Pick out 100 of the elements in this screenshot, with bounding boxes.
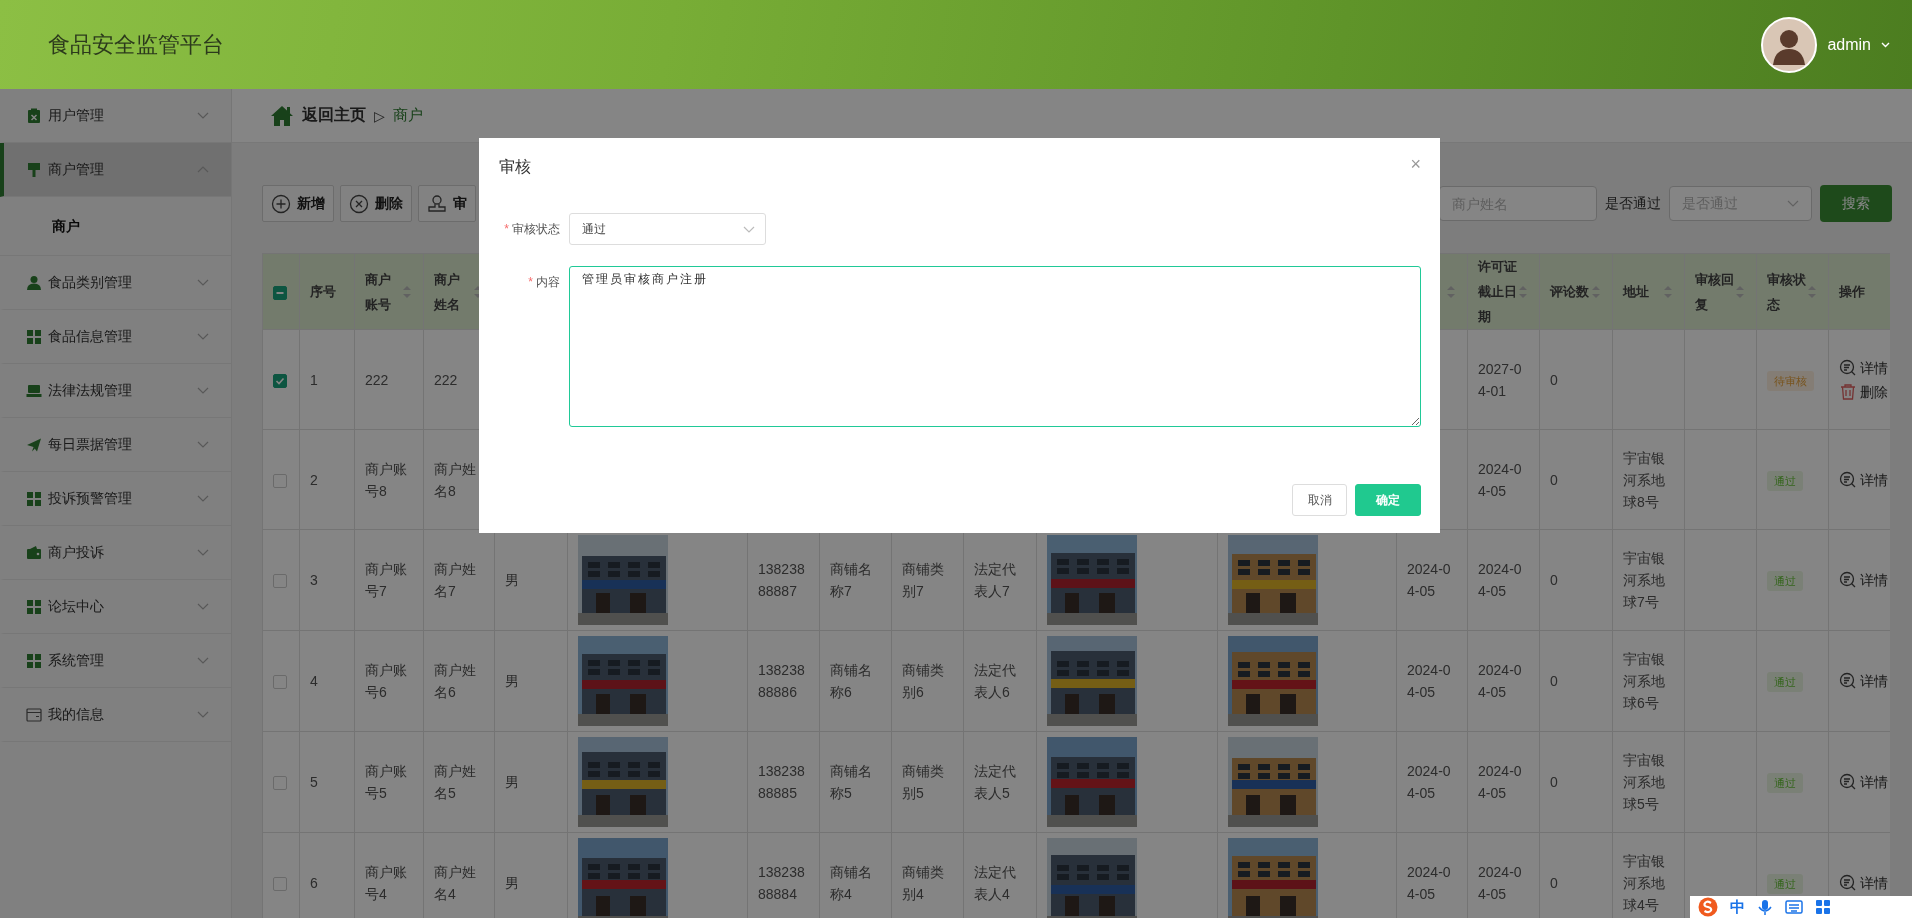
search-button[interactable]: 搜索 [1820,185,1892,222]
chevron-up-icon [197,165,209,174]
sidebar-item[interactable]: 我的信息 [0,688,231,742]
sidebar-item[interactable]: 商户管理 [0,143,231,197]
cancel-button[interactable]: 取消 [1292,484,1347,516]
brush-icon [26,161,42,178]
table-cell: 2024-04-05 [1467,529,1540,631]
table-cell: 商户账号8 [354,429,424,530]
person-icon [26,274,42,291]
detail-icon [1839,358,1857,377]
table-cell: 商户账号5 [354,731,424,833]
table-cell: 商户姓名5 [423,731,495,833]
laptop-icon [26,382,42,399]
chevron-down-icon [197,494,209,503]
column-header[interactable]: 地址 [1623,279,1662,304]
sidebar-subitem[interactable]: 商户 [0,197,231,256]
table-cell: 0 [1539,329,1613,430]
sidebar-item[interactable]: 系统管理 [0,634,231,688]
form-label: 内容 [536,274,560,291]
delete-button[interactable]: 删除 [340,185,412,222]
s-logo-icon[interactable] [1698,897,1718,917]
chevron-down-icon [197,332,209,341]
detail-icon [1839,571,1857,589]
detail-link[interactable]: 详情 [1839,770,1890,794]
breadcrumb-link[interactable]: 返回主页 [302,105,366,126]
sidebar-item[interactable]: 食品类别管理 [0,256,231,310]
chevron-down-icon [197,278,209,287]
clipboard-icon [26,107,42,124]
column-header[interactable]: 序号 [310,279,342,304]
card-icon [26,706,42,723]
dialog-title: 审核 [499,156,531,177]
close-button[interactable]: × [1410,153,1421,181]
checkbox[interactable] [273,574,287,589]
table-cell: 法定代表人5 [963,731,1037,833]
detail-link[interactable]: 详情 [1839,568,1890,592]
breadcrumb-separator: ▷ [374,107,385,124]
detail-link[interactable]: 详情 [1839,669,1890,693]
table-cell: 13823888885 [747,731,820,833]
table-cell: 商铺类别5 [891,731,964,833]
microphone-icon[interactable] [1757,898,1773,916]
content-field[interactable]: 管理员审核商户注册 [569,266,1421,427]
sidebar-item[interactable]: 法律法规管理 [0,364,231,418]
sidebar-item[interactable]: 每日票据管理 [0,418,231,472]
chevron-down-icon [197,111,209,120]
sidebar-item[interactable]: 食品信息管理 [0,310,231,364]
input-mode-toggle[interactable]: 中 [1730,897,1745,917]
grid-icon [26,652,42,669]
table-cell: 4 [299,630,355,732]
chevron-down-icon [197,440,209,449]
status-tag: 待审核 [1767,370,1814,391]
audit-button[interactable]: 审 [418,185,476,222]
table-cell: 宇宙银河系地球7号 [1612,529,1685,631]
checkbox[interactable] [273,776,287,791]
checkbox[interactable] [273,285,287,300]
table-cell: 0 [1539,429,1613,530]
detail-icon [1839,470,1857,489]
checkbox[interactable] [273,675,287,690]
sidebar-item[interactable]: 论坛中心 [0,580,231,634]
table-cell: 0 [1539,630,1613,732]
required-mark: * [528,274,533,291]
column-header[interactable]: 评论数 [1550,279,1590,304]
app-title: 食品安全监管平台 [48,30,224,59]
table-cell: 2027-04-01 [1467,329,1540,430]
caret-icon [1881,41,1890,48]
table-cell: 0 [1539,731,1613,833]
status-tag: 通过 [1767,672,1803,692]
table-cell: 5 [299,731,355,833]
delete-link[interactable]: 删除 [1839,379,1890,404]
sidebar-item[interactable]: 商户投诉 [0,526,231,580]
table-cell: 2 [299,429,355,530]
user-name[interactable]: admin [1827,35,1871,54]
table-cell: 商铺名称5 [819,731,892,833]
checkbox[interactable] [273,473,287,488]
detail-icon [1839,874,1857,892]
form-label: 审核状态 [512,221,560,238]
table-cell: 宇宙银河系地球8号 [1612,429,1685,530]
detail-link[interactable]: 详情 [1839,355,1890,380]
table-cell: 2024-04-05 [1467,731,1540,833]
avatar[interactable] [1761,16,1818,73]
close-circle-icon [349,193,369,214]
home-icon[interactable] [270,104,294,127]
table-cell: 商户账号7 [354,529,424,631]
checkbox[interactable] [273,877,287,892]
table-cell: 2024-04-05 [1396,731,1468,833]
detail-icon [1839,672,1857,690]
grid-icon[interactable] [1815,899,1831,915]
table-cell: 商铺名称6 [819,630,892,732]
plus-circle-icon [271,193,291,214]
keyboard-icon[interactable] [1785,899,1803,915]
trash-icon [1839,382,1857,401]
checkbox[interactable] [273,373,287,388]
sidebar-item[interactable]: 投诉预警管理 [0,472,231,526]
table-cell: 2024-04-05 [1467,630,1540,732]
status-select[interactable]: 通过 [569,213,766,245]
chevron-down-icon [743,224,755,234]
table-cell: 2024-04-05 [1467,429,1540,530]
table-cell: 商户账号6 [354,630,424,732]
chevron-down-icon [197,656,209,665]
add-button[interactable]: 新增 [262,185,334,222]
chevron-down-icon [197,548,209,557]
